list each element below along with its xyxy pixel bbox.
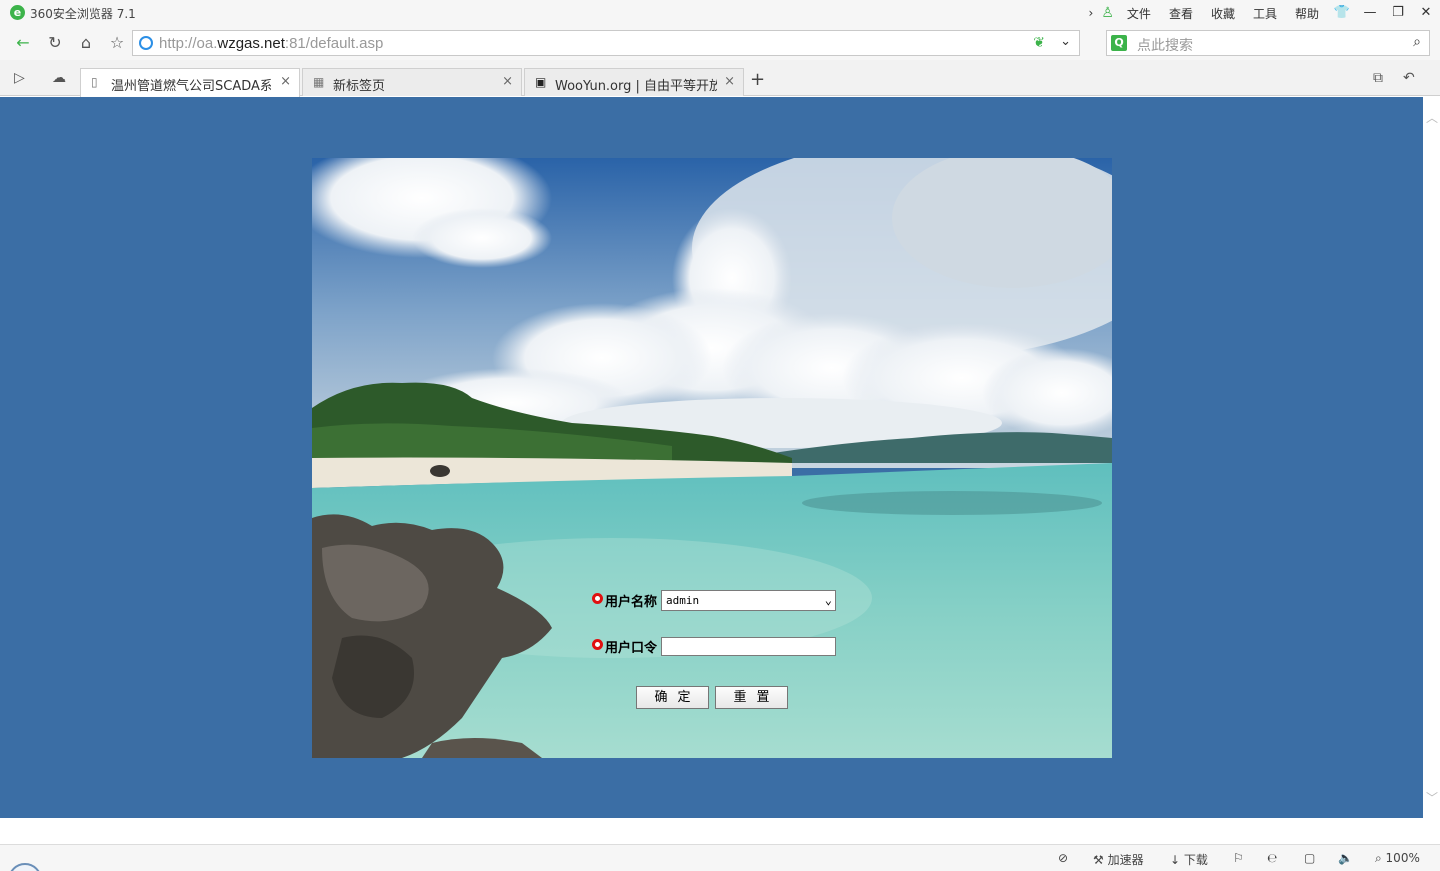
accelerator-label: 加速器 [1107,853,1144,867]
refresh-button[interactable]: ↻ [44,32,66,54]
sound-icon[interactable]: 🔈 [1338,851,1353,865]
search-input[interactable]: 点此搜索 [1137,35,1193,55]
restore-button[interactable]: ❐ [1384,2,1412,24]
required-dot-icon [592,593,603,604]
ie-mode-icon[interactable]: ⊘ [1058,851,1068,865]
reset-button[interactable]: 重置 [715,686,788,709]
username-value: admin [666,594,700,607]
favorite-star-button[interactable]: ☆ [106,32,128,54]
close-icon[interactable]: × [724,74,735,89]
wooyun-favicon-icon: ▣ [535,75,547,89]
site-globe-icon [139,36,153,50]
tab-new[interactable]: ▦ 新标签页 × [302,68,522,96]
scroll-down-icon[interactable]: ﹀ [1426,789,1438,806]
submit-button[interactable]: 确定 [636,686,709,709]
sidebar-toggle-icon[interactable]: ▷ [14,70,25,86]
password-label: 用户口令 [605,641,658,656]
url-text[interactable]: http://oa.wzgas.net:81/default.asp [159,35,383,52]
tab-scada[interactable]: ▯ 温州管道燃气公司SCADA系统 × [80,68,300,97]
download-label: 下载 [1183,853,1208,867]
browser-logo-icon: e [10,5,25,20]
search-icon[interactable]: ⌕ [1413,34,1421,50]
app-title: 360安全浏览器 7.1 [30,7,136,21]
password-input[interactable] [661,637,837,656]
minimize-button[interactable]: — [1356,2,1384,24]
menu-tools[interactable]: 工具 [1244,5,1286,22]
back-button[interactable]: ← [12,32,34,54]
required-dot-icon [592,639,603,650]
url-bar[interactable]: http://oa.wzgas.net:81/default.asp ❦ ⌄ [132,30,1080,56]
username-row: 用户名称 admin ⌄ [592,590,837,611]
undo-close-tab-icon[interactable]: ↶ [1403,70,1415,86]
skin-icon[interactable]: 👕 [1328,2,1356,24]
scroll-up-icon[interactable]: ︿ [1426,109,1438,126]
zoom-control[interactable]: ⌕ 100% [1375,851,1420,866]
page-content: 用户名称 admin ⌄ 用户口令 确定 重置 [0,97,1423,818]
cloud-icon[interactable]: ☁ [52,70,66,86]
tab-label: WooYun.org | 自由平等开放的 [555,79,717,94]
tab-wooyun[interactable]: ▣ WooYun.org | 自由平等开放的 × [524,68,744,96]
accelerator-button[interactable]: ⚒ 加速器 [1093,851,1144,868]
address-toolbar: ← ↻ ⌂ ☆ http://oa.wzgas.net:81/default.a… [0,26,1440,60]
chevron-right-icon[interactable]: › [1085,6,1098,20]
tab-label: 新标签页 [333,79,386,94]
username-label: 用户名称 [605,595,658,610]
close-button[interactable]: ✕ [1412,2,1440,24]
beach-background-image [312,158,1112,758]
login-panel: 用户名称 admin ⌄ 用户口令 确定 重置 [312,158,1112,758]
zoom-level: 100% [1385,851,1420,865]
chevron-down-icon[interactable]: ⌄ [1060,34,1071,49]
chevron-down-icon[interactable]: ⌄ [825,591,832,610]
menu-view[interactable]: 查看 [1160,5,1202,22]
search-engine-icon[interactable]: Q [1111,35,1127,51]
page-icon: ▯ [91,75,98,89]
new-tab-button[interactable]: + [750,69,765,90]
home-button[interactable]: ⌂ [75,32,97,54]
close-icon[interactable]: × [502,74,513,89]
window-icon[interactable]: ▢ [1304,851,1315,865]
tab-bar: ▷ ☁ ▯ 温州管道燃气公司SCADA系统 × ▦ 新标签页 × ▣ WooYu… [0,60,1440,97]
title-bar: e 360安全浏览器 7.1 › ♙ 文件 查看 收藏 工具 帮助 👕 — ❐ … [0,0,1440,26]
status-bar: ⊘ ⚒ 加速器 ↓ 下载 ⚐ ℮ ▢ 🔈 ⌕ 100% [0,844,1440,871]
tab-list-icon[interactable]: ⧉ [1373,70,1383,86]
username-select[interactable]: admin ⌄ [661,590,837,611]
status-orb-icon [8,863,42,871]
menu-file[interactable]: 文件 [1118,5,1160,22]
tab-label: 温州管道燃气公司SCADA系统 [111,79,271,94]
download-button[interactable]: ↓ 下载 [1170,851,1208,868]
menu-bar: › ♙ 文件 查看 收藏 工具 帮助 👕 — ❐ ✕ [1085,0,1440,26]
close-icon[interactable]: × [280,74,291,89]
grid-icon: ▦ [313,75,325,89]
vertical-scrollbar[interactable]: ︿ ﹀ [1423,97,1440,818]
ie-icon[interactable]: ℮ [1267,851,1277,865]
search-box[interactable]: Q 点此搜索 ⌕ [1106,30,1430,56]
password-row: 用户口令 [592,637,837,656]
user-icon[interactable]: ♙ [1097,5,1118,21]
speed-mode-icon[interactable]: ❦ [1033,35,1045,51]
flag-icon[interactable]: ⚐ [1233,851,1244,865]
menu-help[interactable]: 帮助 [1286,5,1328,22]
menu-favorites[interactable]: 收藏 [1202,5,1244,22]
